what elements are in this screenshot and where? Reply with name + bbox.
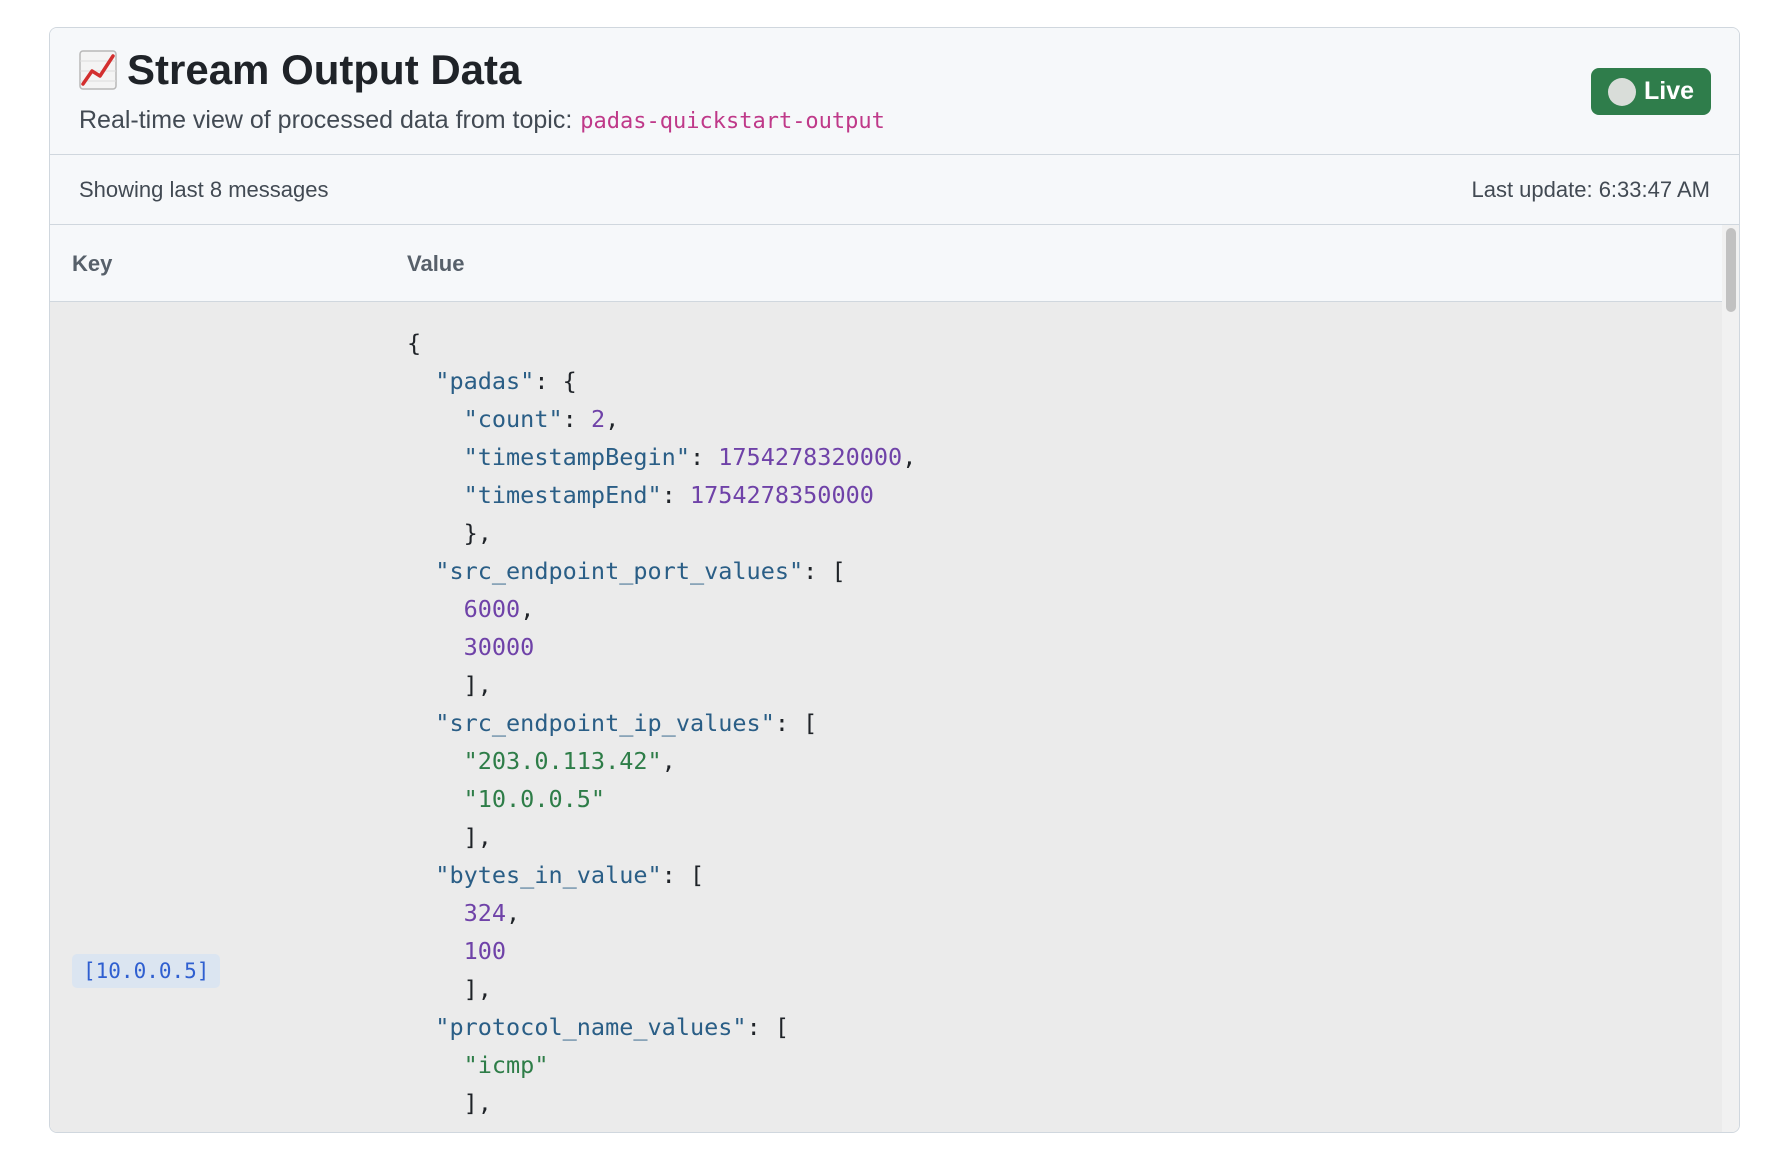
json-line: "padas": { <box>407 362 916 400</box>
json-key: "bytes_in_value" <box>435 861 662 889</box>
live-dot-icon <box>1607 77 1636 106</box>
json-line: "timestampEnd": 1754278350000 <box>407 476 916 514</box>
json-punctuation <box>407 443 464 471</box>
json-punctuation: : [ <box>803 557 846 585</box>
json-punctuation: ], <box>407 975 492 1003</box>
json-line: }, <box>407 514 916 552</box>
json-line: 324, <box>407 894 916 932</box>
json-punctuation <box>407 899 464 927</box>
stream-output-card: Stream Output Data Real-time view of pro… <box>49 27 1740 1133</box>
json-line: "protocol_name_values": [ <box>407 1008 916 1046</box>
json-punctuation: : [ <box>661 861 705 889</box>
json-line: "src_endpoint_ip_values": [ <box>407 704 916 742</box>
json-key: "timestampBegin" <box>463 443 690 471</box>
table-header: Key Value <box>50 225 1724 302</box>
column-header-key: Key <box>72 251 113 276</box>
json-line: "bytes_in_value": [ <box>407 856 916 894</box>
card-header: Stream Output Data Real-time view of pro… <box>50 28 1739 155</box>
json-punctuation: }, <box>407 519 492 547</box>
json-number: 1754278350000 <box>689 481 874 509</box>
last-update-text: Last update: 6:33:47 AM <box>1471 176 1710 202</box>
column-header-value: Value <box>407 251 465 276</box>
json-key: "protocol_name_values" <box>435 1013 747 1041</box>
json-line: "src_endpoint_port_values": [ <box>407 552 916 590</box>
json-punctuation: { <box>407 329 422 357</box>
json-line: "count": 2, <box>407 400 916 438</box>
json-line: "203.0.113.42", <box>407 742 916 780</box>
live-label: Live <box>1643 77 1695 105</box>
json-punctuation: : <box>562 405 591 433</box>
json-punctuation: : [ <box>746 1013 790 1041</box>
page-subtitle: Real-time view of processed data from to… <box>79 106 885 135</box>
json-line: ], <box>407 818 916 856</box>
json-punctuation <box>407 861 435 889</box>
json-punctuation: ], <box>407 823 492 851</box>
json-punctuation <box>407 785 464 813</box>
table-scrollbar[interactable] <box>1722 225 1739 1132</box>
json-line: { <box>407 324 916 362</box>
message-count-text: Showing last 8 messages <box>79 176 329 202</box>
key-cell: [10.0.0.5] <box>72 954 221 988</box>
json-punctuation: : { <box>534 367 577 395</box>
json-punctuation: , <box>661 747 676 775</box>
json-line: "icmp" <box>407 1046 916 1084</box>
json-number: 324 <box>463 899 507 927</box>
json-number: 6000 <box>463 595 521 623</box>
json-key: "count" <box>463 405 563 433</box>
json-punctuation <box>407 367 435 395</box>
json-line: 6000, <box>407 590 916 628</box>
subtitle-text: Real-time view of processed data from to… <box>79 106 573 134</box>
json-punctuation: : [ <box>774 709 818 737</box>
json-punctuation <box>407 595 464 623</box>
json-punctuation: , <box>520 595 535 623</box>
json-punctuation: , <box>902 443 917 471</box>
json-string: "203.0.113.42" <box>463 747 662 775</box>
json-number: 1754278320000 <box>718 443 903 471</box>
json-line: "timestampBegin": 1754278320000, <box>407 438 917 476</box>
json-punctuation: : <box>661 481 690 509</box>
json-punctuation: , <box>605 405 620 433</box>
json-line: ], <box>407 666 916 704</box>
json-number: 2 <box>590 405 606 433</box>
json-punctuation <box>407 481 464 509</box>
json-punctuation <box>407 747 464 775</box>
value-cell: { "padas": { "count": 2, "timestampBegin… <box>407 324 916 1122</box>
message-key-badge: [10.0.0.5] <box>72 954 221 988</box>
messages-table: Key Value [10.0.0.5] { "padas": { "count… <box>50 225 1739 1132</box>
json-key: "timestampEnd" <box>463 481 662 509</box>
json-number: 30000 <box>463 633 535 661</box>
json-number: 100 <box>463 937 507 965</box>
json-line: 100 <box>407 932 916 970</box>
topic-name: padas-quickstart-output <box>580 109 885 134</box>
json-key: "src_endpoint_ip_values" <box>435 709 775 737</box>
json-punctuation: ], <box>407 1089 492 1117</box>
json-punctuation <box>407 937 464 965</box>
live-status-badge: Live <box>1591 68 1711 115</box>
page-title: Stream Output Data <box>127 46 522 93</box>
json-line: ], <box>407 1084 916 1122</box>
json-value-block: { "padas": { "count": 2, "timestampBegin… <box>407 324 916 1122</box>
json-punctuation <box>407 557 435 585</box>
json-line: "10.0.0.5" <box>407 780 916 818</box>
json-punctuation <box>407 405 464 433</box>
json-string: "icmp" <box>463 1051 549 1079</box>
scrollbar-thumb[interactable] <box>1726 228 1736 312</box>
json-line: 30000 <box>407 628 916 666</box>
title-row: Stream Output Data <box>79 46 521 94</box>
json-punctuation: , <box>506 899 521 927</box>
json-key: "src_endpoint_port_values" <box>435 557 804 585</box>
json-punctuation <box>407 1051 464 1079</box>
json-punctuation <box>407 633 464 661</box>
info-bar: Showing last 8 messages Last update: 6:3… <box>50 155 1739 225</box>
json-line: ], <box>407 970 916 1008</box>
json-key: "padas" <box>435 367 535 395</box>
json-punctuation <box>407 709 435 737</box>
json-string: "10.0.0.5" <box>463 785 606 813</box>
json-punctuation: ], <box>407 671 492 699</box>
table-row: [10.0.0.5] { "padas": { "count": 2, "tim… <box>50 302 1724 1132</box>
chart-increasing-icon <box>79 49 117 91</box>
json-punctuation <box>407 1013 435 1041</box>
json-punctuation: : <box>689 443 719 471</box>
